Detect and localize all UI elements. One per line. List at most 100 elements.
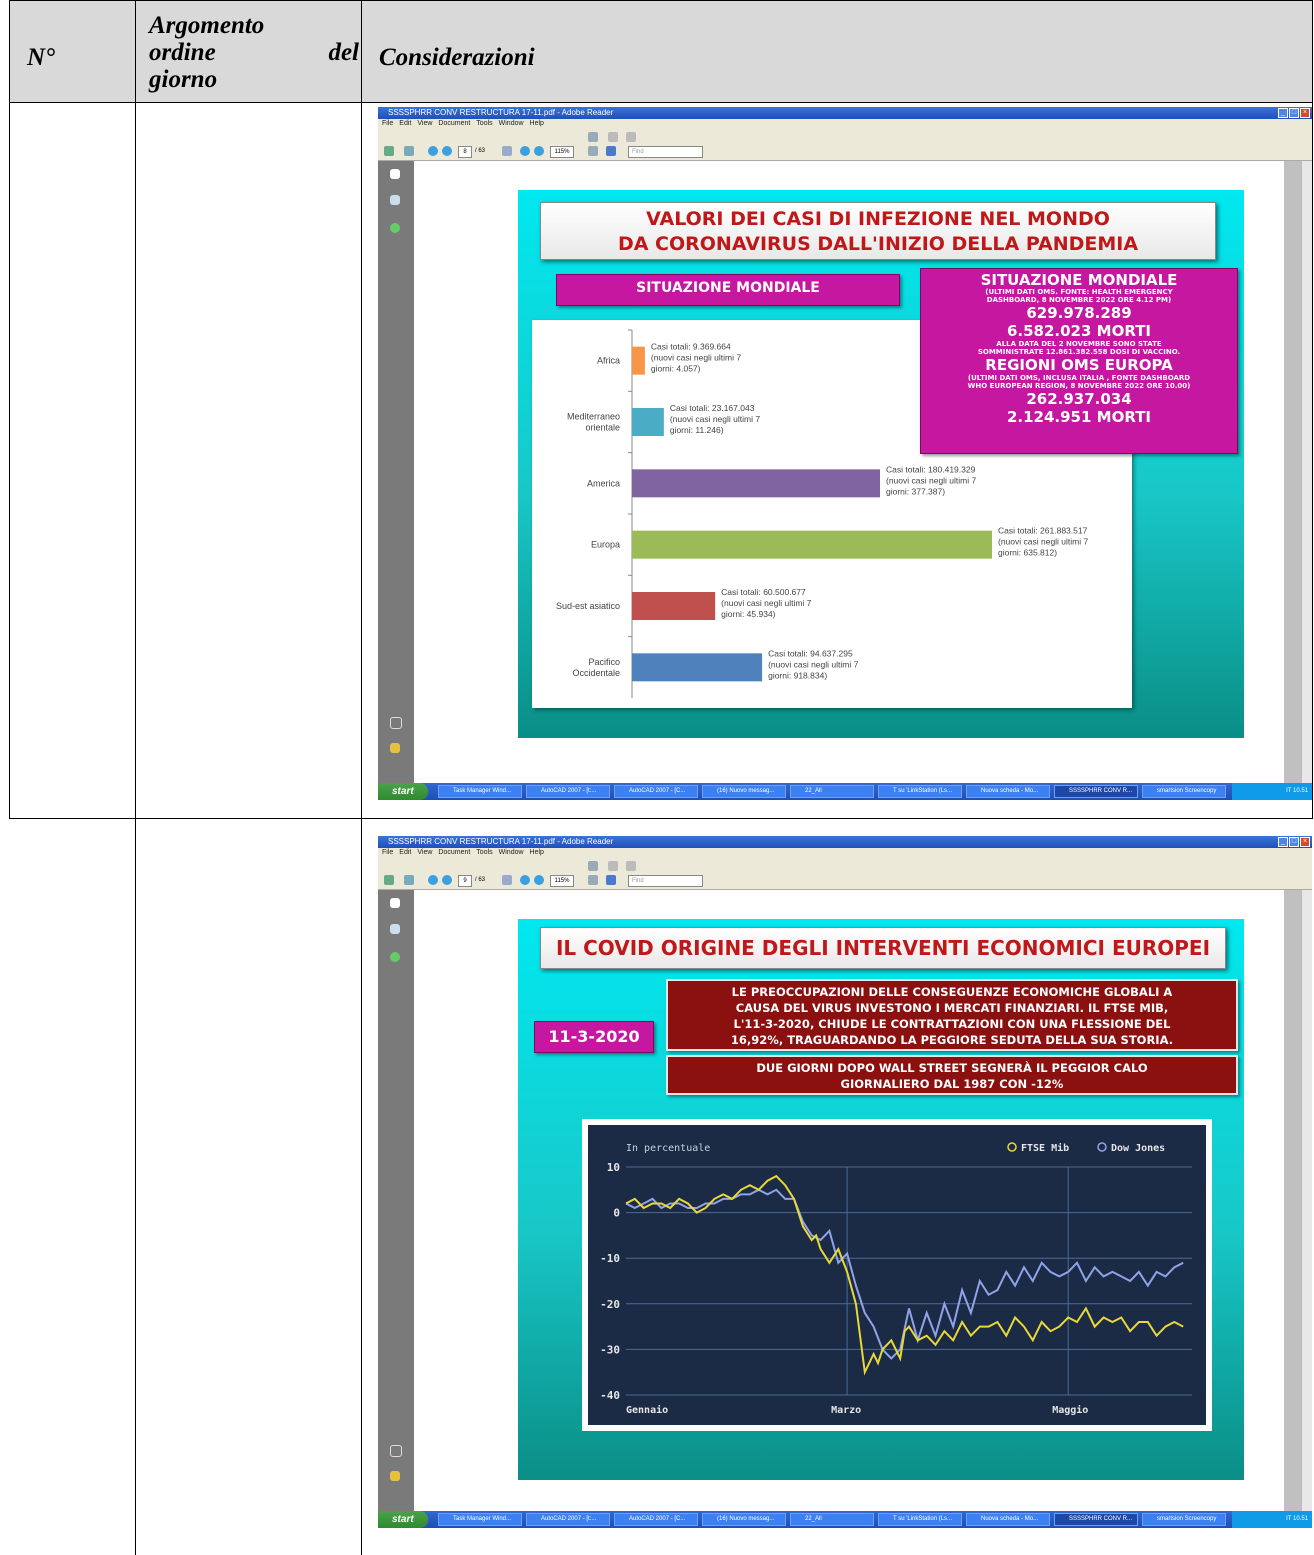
legend-label: Dow Jones [1111, 1143, 1165, 1154]
pages-icon[interactable] [390, 169, 400, 179]
task-item[interactable]: AutoCAD 2007 - [t:... [526, 1513, 610, 1526]
slide-page-8: VALORI DEI CASI DI INFEZIONE NEL MONDO D… [518, 190, 1244, 738]
fit-width-icon[interactable] [606, 875, 616, 885]
zoom-select[interactable]: 115% [550, 875, 574, 887]
task-item[interactable]: T su 'LinkStation (Ls... [878, 785, 962, 798]
task-item[interactable]: 22_All [790, 785, 874, 798]
start-button[interactable]: start [378, 783, 428, 800]
menu-view[interactable]: View [417, 849, 432, 856]
help-icon[interactable] [390, 223, 400, 233]
print-icon[interactable] [384, 146, 394, 156]
zoom-select[interactable]: 115% [550, 146, 574, 158]
search-icon[interactable] [404, 875, 414, 885]
task-item[interactable]: smartsion Screencopy [1142, 785, 1226, 798]
menu-edit[interactable]: Edit [399, 120, 411, 127]
category-label: orientale [585, 423, 620, 433]
task-item[interactable]: Nuova scheda - Mo... [966, 785, 1050, 798]
bar-sud-est-asiatico [632, 592, 716, 620]
help-icon[interactable] [390, 952, 400, 962]
comments-icon[interactable] [390, 743, 400, 753]
print-icon[interactable] [384, 875, 394, 885]
next-page-icon[interactable] [442, 875, 452, 885]
zoom-out-icon[interactable] [520, 146, 530, 156]
close-button[interactable]: × [1300, 837, 1310, 847]
attachment-icon[interactable] [390, 717, 402, 729]
minimize-button[interactable]: _ [1278, 837, 1288, 847]
start-button[interactable]: start [378, 1511, 428, 1528]
search-icon[interactable] [404, 146, 414, 156]
task-item[interactable]: Task Manager Wind... [438, 785, 522, 798]
menu-file[interactable]: File [382, 849, 393, 856]
task-item-active[interactable]: SSSSPHRR CONV R... [1054, 1513, 1138, 1526]
tag-icon[interactable] [608, 861, 618, 871]
tag2-icon[interactable] [626, 861, 636, 871]
menu-edit[interactable]: Edit [399, 849, 411, 856]
task-item[interactable]: AutoCAD 2007 - [t:... [526, 785, 610, 798]
fit-page-icon[interactable] [588, 146, 598, 156]
next-page-icon[interactable] [442, 146, 452, 156]
close-button[interactable]: × [1300, 108, 1310, 118]
zoom-out-icon[interactable] [520, 875, 530, 885]
menu-help[interactable]: Help [530, 120, 544, 127]
vertical-scrollbar[interactable] [1301, 890, 1312, 1511]
pages-icon[interactable] [390, 898, 400, 908]
menu-view[interactable]: View [417, 120, 432, 127]
page-number-input[interactable]: 8 [458, 146, 472, 158]
menu-window[interactable]: Window [499, 849, 524, 856]
y-tick-label: 10 [607, 1161, 620, 1174]
toolbar-top [378, 129, 1312, 143]
find-input[interactable]: Find [628, 875, 703, 887]
zoom-in-icon[interactable] [534, 146, 544, 156]
menu-help[interactable]: Help [530, 849, 544, 856]
task-item[interactable]: smartsion Screencopy [1142, 1513, 1226, 1526]
layers-icon[interactable] [390, 195, 400, 205]
tag2-icon[interactable] [626, 132, 636, 142]
prev-page-icon[interactable] [428, 875, 438, 885]
tag-icon[interactable] [608, 132, 618, 142]
task-item[interactable]: (16) Nuovo messag... [702, 1513, 786, 1526]
menu-window[interactable]: Window [499, 120, 524, 127]
save-icon[interactable] [588, 132, 598, 142]
comments-icon[interactable] [390, 1471, 400, 1481]
minimize-button[interactable]: _ [1278, 108, 1288, 118]
fit-page-icon[interactable] [588, 875, 598, 885]
attachment-icon[interactable] [390, 1445, 402, 1457]
save-icon[interactable] [588, 861, 598, 871]
menu-tools[interactable]: Tools [476, 120, 492, 127]
menu-tools[interactable]: Tools [476, 849, 492, 856]
maximize-button[interactable]: □ [1289, 837, 1299, 847]
task-item[interactable]: (16) Nuovo messag... [702, 785, 786, 798]
task-item[interactable]: AutoCAD 2007 - [C... [614, 1513, 698, 1526]
select-tool-icon[interactable] [502, 146, 512, 156]
menu-document[interactable]: Document [438, 120, 470, 127]
col-divider-2 [361, 0, 362, 1555]
bar-data-label: (nuovi casi negli ultimi 7 [886, 475, 977, 485]
bar-data-label: (nuovi casi negli ultimi 7 [670, 414, 761, 424]
find-input[interactable]: Find [628, 146, 703, 158]
task-item[interactable]: 22_All [790, 1513, 874, 1526]
fit-width-icon[interactable] [606, 146, 616, 156]
bar-africa [632, 346, 645, 375]
bar-data-label: giorni: 377.387) [886, 486, 945, 496]
task-item[interactable]: Task Manager Wind... [438, 1513, 522, 1526]
maximize-button[interactable]: □ [1289, 108, 1299, 118]
select-tool-icon[interactable] [502, 875, 512, 885]
header-considerazioni: Considerazioni [379, 44, 535, 71]
windows-taskbar: start Task Manager Wind... AutoCAD 2007 … [378, 1511, 1312, 1528]
vertical-scrollbar[interactable] [1301, 161, 1312, 783]
task-item[interactable]: AutoCAD 2007 - [C... [614, 785, 698, 798]
window-titlebar: SSSSPHRR CONV RESTRUCTURA 17-11.pdf - Ad… [378, 107, 1312, 119]
screenshot-adobe-reader-page8: SSSSPHRR CONV RESTRUCTURA 17-11.pdf - Ad… [378, 107, 1312, 800]
slide-page-9: IL COVID ORIGINE DEGLI INTERVENTI ECONOM… [518, 919, 1244, 1480]
page-number-input[interactable]: 9 [458, 875, 472, 887]
task-item[interactable]: T su 'LinkStation (Ls... [878, 1513, 962, 1526]
menu-document[interactable]: Document [438, 849, 470, 856]
menu-file[interactable]: File [382, 120, 393, 127]
task-item-active[interactable]: SSSSPHRR CONV R... [1054, 785, 1138, 798]
task-item[interactable]: Nuova scheda - Mo... [966, 1513, 1050, 1526]
bar-data-label: (nuovi casi negli ultimi 7 [768, 659, 859, 669]
clock: 10.51 [1292, 1516, 1308, 1522]
zoom-in-icon[interactable] [534, 875, 544, 885]
layers-icon[interactable] [390, 924, 400, 934]
prev-page-icon[interactable] [428, 146, 438, 156]
